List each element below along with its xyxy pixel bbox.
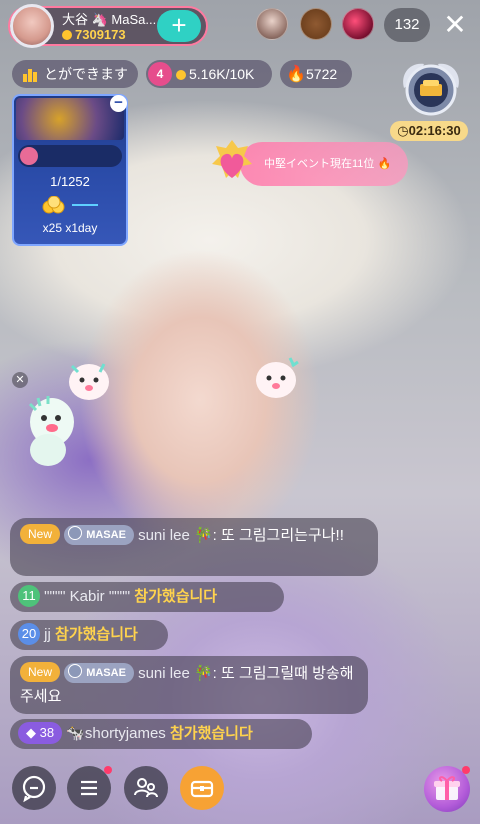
chat-text: : 또 그림그리는구나!! <box>212 527 344 544</box>
fire-icon: 🔥 <box>286 66 306 83</box>
cute-sticker-icon <box>256 357 299 398</box>
treasure-chest-icon <box>190 780 214 798</box>
host-name: 大谷 🦄 MaSa... <box>62 12 157 27</box>
viewer-avatar[interactable] <box>342 8 374 40</box>
chat-message: New MASAE suni lee 🎋: 또 그림그리는구나!! <box>10 518 378 576</box>
chat-username[interactable]: """" Kabir """" <box>44 588 130 605</box>
notification-dot <box>104 766 112 774</box>
joined-text: 참가했습니다 <box>169 725 253 742</box>
coin-stack-icon <box>42 196 65 214</box>
chat-bubble-icon <box>22 775 46 803</box>
coin-icon <box>176 70 186 80</box>
star-level-icon: 4 <box>148 62 172 86</box>
user-level-badge: 11 <box>18 585 40 607</box>
dollar-icon <box>68 526 83 540</box>
chat-username[interactable]: suni lee 🎋 <box>138 527 213 544</box>
cute-sticker-icon <box>69 363 109 400</box>
diamond-icon: ◆ <box>26 725 40 740</box>
follow-button[interactable]: + <box>157 10 201 42</box>
close-button[interactable]: ✕ <box>440 8 470 42</box>
users-icon <box>134 778 158 798</box>
divider <box>72 204 98 206</box>
rank-timer: ◷02:16:30 <box>390 121 468 141</box>
guest-button[interactable] <box>124 766 168 810</box>
chat-input-button[interactable] <box>12 766 56 810</box>
user-level-badge: ◆ 38 <box>18 722 63 744</box>
treasure-chest-button[interactable] <box>180 766 224 810</box>
event-banner-image <box>16 98 124 140</box>
fan-tag: MASAE <box>64 663 134 683</box>
chat-message: ◆ 38 🐄shortyjames 참가했습니다 <box>10 719 312 749</box>
close-sticker-button[interactable]: ✕ <box>12 372 28 388</box>
chat-message: New MASAE suni lee 🎋: 또 그림그릴때 방송해주세요 <box>10 656 368 714</box>
minimize-event-button[interactable]: − <box>110 95 127 112</box>
chat-username[interactable]: jj <box>44 626 51 643</box>
new-badge: New <box>20 524 61 544</box>
event-rank-banner[interactable]: 中堅イベント現在11位 🔥 <box>240 142 408 186</box>
joined-text: 참가했습니다 <box>55 626 138 643</box>
new-badge: New <box>20 662 61 682</box>
coin-icon <box>62 30 72 40</box>
host-avatar[interactable] <box>10 4 54 48</box>
heart-badge-icon <box>212 140 252 178</box>
clock-icon: ◷ <box>397 123 409 138</box>
chat-message: 11 """" Kabir """" 참가했습니다 <box>10 582 284 612</box>
dollar-icon <box>68 664 83 678</box>
event-reward: x25 x1day <box>42 221 98 235</box>
fan-tag: MASAE <box>64 525 134 545</box>
event-progress-marker <box>20 147 38 165</box>
viewer-avatar[interactable] <box>256 8 288 40</box>
ranking-bars-icon <box>23 69 37 82</box>
host-coin-count: 7309173 <box>62 27 126 42</box>
chat-username[interactable]: 🐄shortyjames <box>66 725 166 742</box>
viewer-count[interactable]: 132 <box>384 8 430 42</box>
event-rank: 1/1252 <box>50 174 90 189</box>
notification-dot <box>462 766 470 774</box>
chat-username[interactable]: suni lee 🎋 <box>138 665 213 682</box>
rank-badge-icon[interactable] <box>394 58 468 122</box>
user-level-badge: 20 <box>18 623 40 645</box>
chat-message: 20 jj 참가했습니다 <box>10 620 168 650</box>
viewer-avatar[interactable] <box>300 8 332 40</box>
joined-text: 참가했습니다 <box>134 588 218 605</box>
